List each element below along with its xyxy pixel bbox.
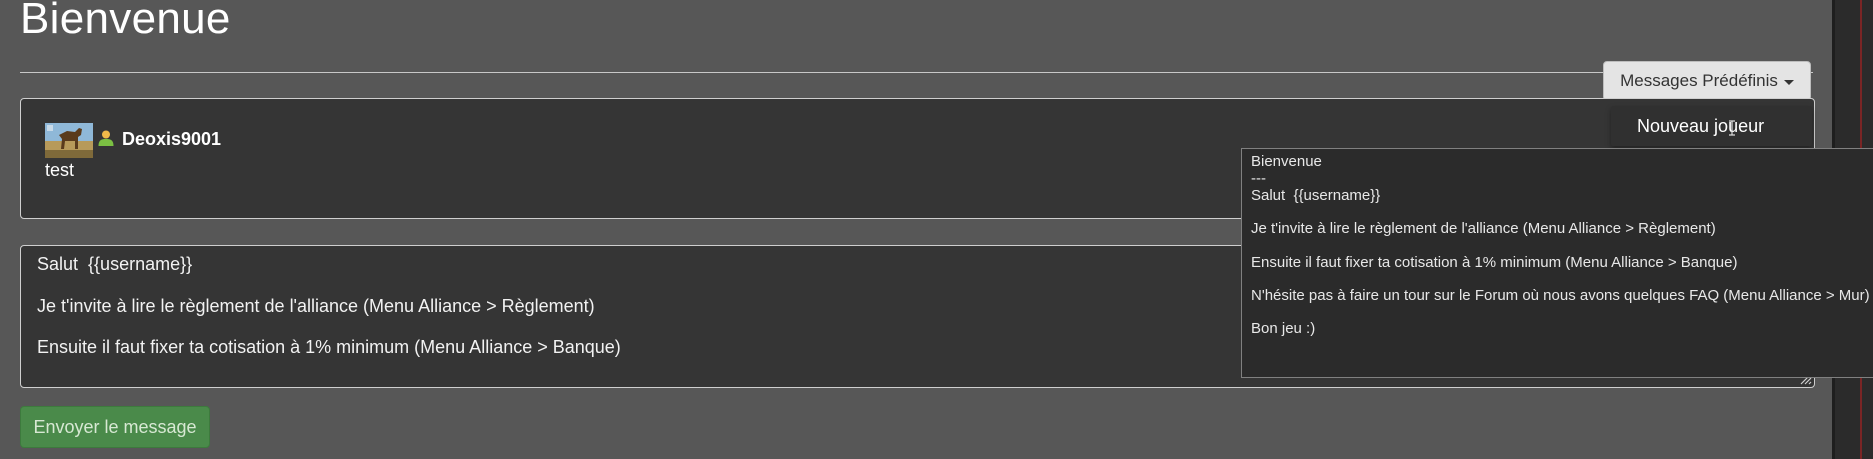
message-preview-tooltip: Bienvenue --- Salut {{username}} Je t'in… — [1241, 148, 1873, 378]
caret-down-icon — [1783, 79, 1794, 85]
message-text: test — [45, 160, 75, 180]
compose-line: Ensuite il faut fixer ta cotisation à 1%… — [37, 337, 621, 357]
page-title: Bienvenue — [20, 0, 231, 43]
compose-line: Je t'invite à lire le règlement de l'all… — [37, 296, 595, 316]
tooltip-line: Bienvenue — [1251, 153, 1322, 170]
predefined-messages-menu: Nouveau joueur — [1611, 106, 1812, 146]
user-icon — [97, 129, 115, 147]
tooltip-line: Ensuite il faut fixer ta cotisation à 1%… — [1251, 254, 1738, 271]
send-message-button[interactable]: Envoyer le message — [20, 406, 210, 448]
tooltip-line: N'hésite pas à faire un tour sur le Foru… — [1251, 287, 1870, 304]
predefined-messages-button[interactable]: Messages Prédéfinis — [1603, 61, 1811, 101]
tooltip-line: Bon jeu :) — [1251, 320, 1316, 337]
title-divider — [20, 72, 1813, 73]
text-cursor-icon — [1728, 120, 1736, 136]
tooltip-line: --- — [1251, 170, 1266, 187]
compose-line: Salut {{username}} — [37, 254, 193, 274]
predefined-messages-label: Messages Prédéfinis — [1620, 71, 1778, 90]
player-avatar[interactable] — [45, 123, 93, 158]
tooltip-line: Salut {{username}} — [1251, 187, 1381, 204]
tooltip-line: Je t'invite à lire le règlement de l'all… — [1251, 220, 1716, 237]
menu-item-nouveau-joueur[interactable]: Nouveau joueur — [1637, 116, 1764, 137]
message-username[interactable]: Deoxis9001 — [122, 129, 221, 150]
